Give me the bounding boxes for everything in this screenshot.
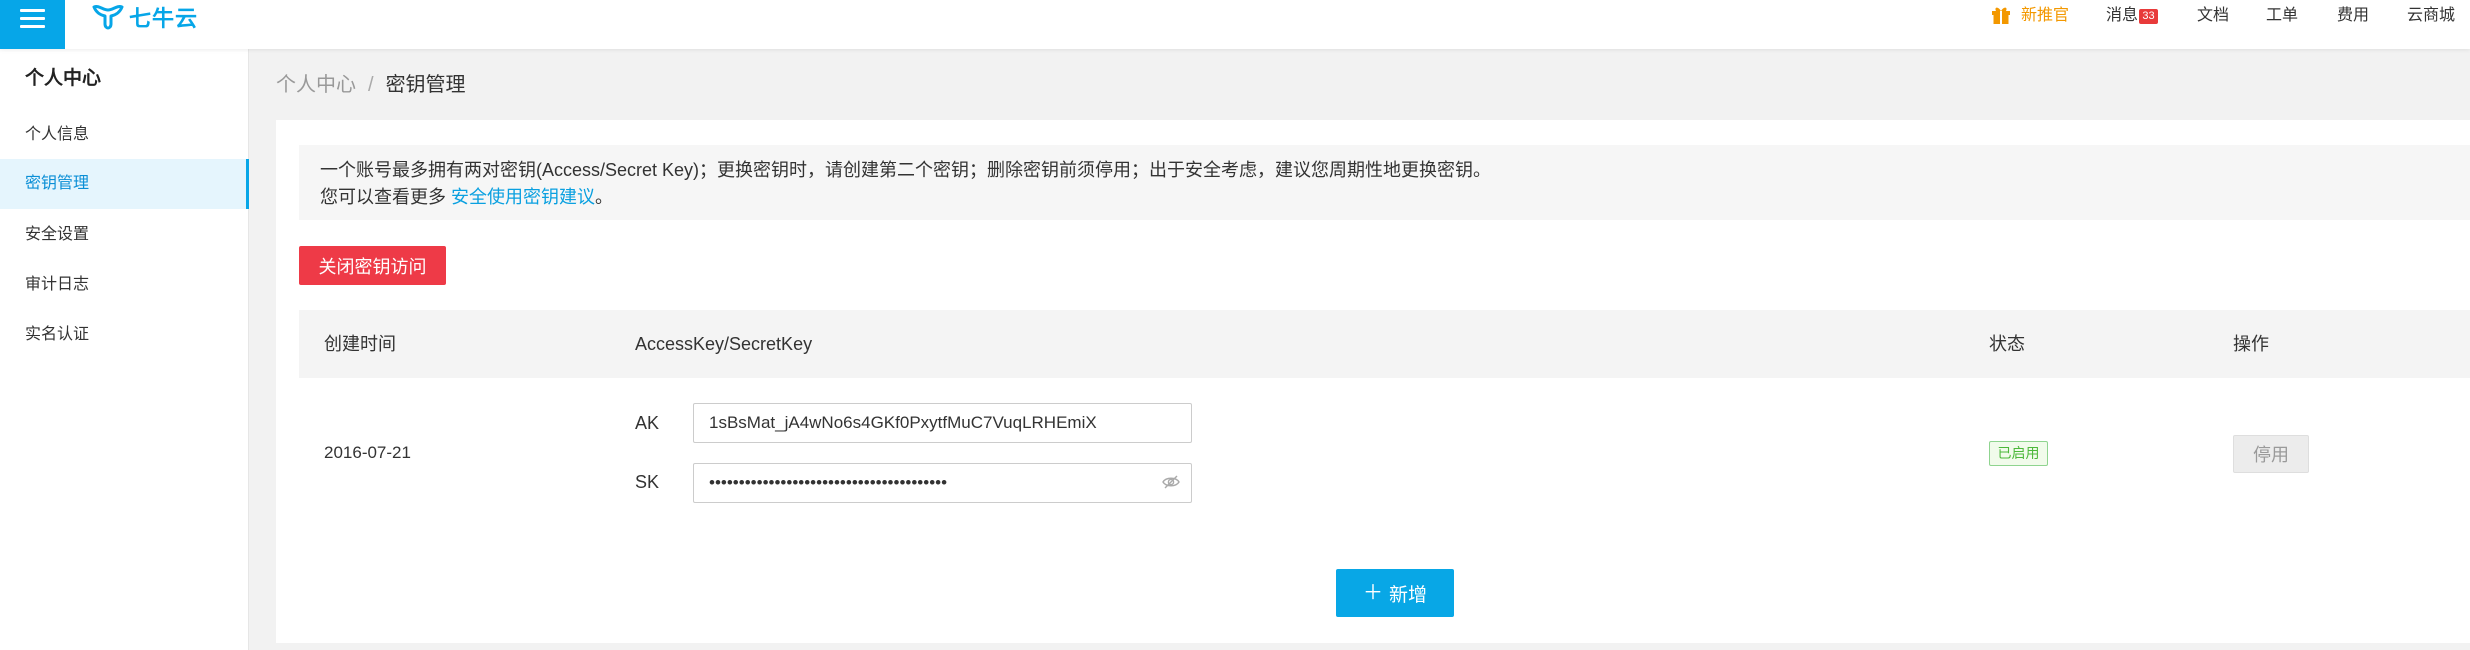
column-header-status: 状态 (1989, 334, 2025, 354)
column-header-action: 操作 (2233, 334, 2269, 354)
nav-tickets-link[interactable]: 工单 (2266, 4, 2298, 28)
logo-text: 七牛云 (129, 6, 199, 31)
breadcrumb-parent-link[interactable]: 个人中心 (276, 72, 356, 98)
sidebar-item-profile[interactable]: 个人信息 (0, 110, 249, 160)
sidebar-item-label: 密钥管理 (25, 175, 90, 192)
sidebar-title: 个人中心 (25, 68, 102, 89)
menu-icon-line (20, 9, 45, 12)
nav-messages-link[interactable]: 消息 (2106, 4, 2138, 28)
logo[interactable]: 七牛云 (91, 3, 198, 31)
add-key-button[interactable]: ＋ 新增 (1336, 569, 1454, 617)
sidebar-item-verification[interactable]: 实名认证 (0, 310, 249, 360)
notice-line-2: 您可以查看更多 安全使用密钥建议。 (320, 184, 2470, 211)
access-key-field[interactable] (693, 403, 1192, 443)
sk-label: SK (635, 472, 660, 492)
sidebar-item-label: 安全设置 (25, 226, 90, 243)
messages-count-badge: 33 (2139, 9, 2158, 24)
status-badge: 已启用 (1989, 441, 2048, 466)
menu-button[interactable] (0, 0, 65, 49)
gift-icon[interactable] (1991, 6, 2011, 25)
menu-icon-line (20, 17, 45, 20)
eye-slash-icon[interactable] (1162, 474, 1180, 490)
nav-docs-link[interactable]: 文档 (2197, 4, 2229, 28)
created-date: 2016-07-21 (324, 443, 411, 462)
breadcrumb-current: 密钥管理 (385, 74, 466, 96)
sidebar-item-keys[interactable]: 密钥管理 (0, 159, 249, 209)
column-header-keys: AccessKey/SecretKey (635, 334, 813, 354)
logo-icon (92, 5, 124, 30)
nav-store-link[interactable]: 云商城 (2407, 4, 2455, 28)
sidebar-item-label: 个人信息 (25, 126, 90, 143)
breadcrumb-separator: / (368, 74, 374, 96)
sidebar: 个人中心 个人信息 密钥管理 安全设置 审计日志 实名认证 (0, 49, 249, 650)
secret-key-field[interactable] (693, 463, 1192, 503)
top-navbar: 七牛云 新推官 消息 33 文档 工单 费用 云商城 (0, 0, 2470, 49)
sidebar-item-label: 实名认证 (25, 326, 90, 343)
sidebar-item-audit-log[interactable]: 审计日志 (0, 260, 249, 310)
notice-line-1: 一个账号最多拥有两对密钥(Access/Secret Key)；更换密钥时，请创… (320, 160, 1492, 180)
notice-line-2-suffix: 。 (595, 187, 614, 207)
notice-line-2-prefix: 您可以查看更多 (320, 187, 452, 207)
disable-key-access-button[interactable]: 关闭密钥访问 (299, 246, 446, 285)
nav-promo-link[interactable]: 新推官 (2021, 4, 2069, 28)
security-advice-link[interactable]: 安全使用密钥建议 (451, 187, 595, 207)
sidebar-item-security[interactable]: 安全设置 (0, 210, 249, 260)
add-key-label: 新增 (1388, 584, 1427, 606)
plus-icon: ＋ (1362, 582, 1383, 604)
notice-box: 一个账号最多拥有两对密钥(Access/Secret Key)；更换密钥时，请创… (299, 145, 2470, 220)
disable-key-button[interactable]: 停用 (2233, 435, 2309, 473)
breadcrumb: 个人中心 / 密钥管理 (276, 72, 466, 98)
nav-billing-link[interactable]: 费用 (2337, 4, 2369, 28)
menu-icon-line (20, 25, 45, 28)
ak-label: AK (635, 413, 660, 433)
sidebar-item-label: 审计日志 (25, 276, 90, 293)
column-header-created: 创建时间 (324, 334, 396, 354)
table-header: 创建时间 AccessKey/SecretKey 状态 操作 (299, 310, 2470, 378)
